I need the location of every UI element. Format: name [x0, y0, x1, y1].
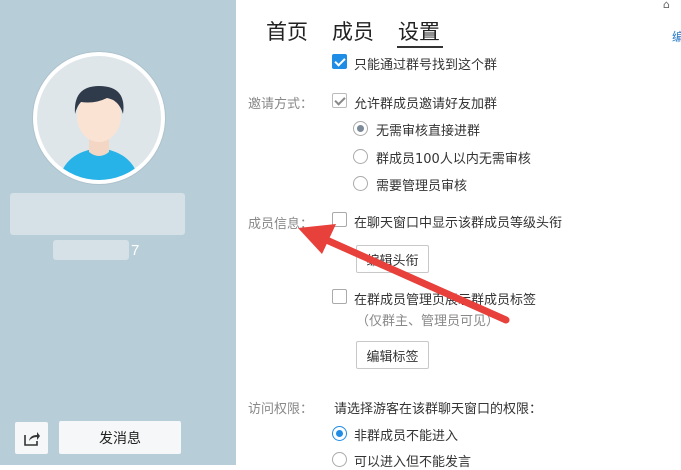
show-tags-checkbox[interactable] [332, 289, 347, 304]
group-avatar[interactable] [33, 52, 165, 184]
invite-option-radio[interactable] [353, 121, 368, 136]
access-prompt: 请选择游客在该群聊天窗口的权限： [334, 402, 543, 417]
profile-panel: 7 发消息 [0, 0, 236, 465]
edit-tags-button[interactable]: 编辑标签 [356, 341, 429, 369]
search-by-number-label: 只能通过群号找到这个群 [354, 58, 498, 73]
show-tags-label: 在群成员管理页展示群成员标签 [354, 293, 537, 308]
show-title-checkbox[interactable] [332, 212, 347, 227]
tab-settings[interactable]: 设置 [398, 16, 440, 46]
show-title-label: 在聊天窗口中显示该群成员等级头衔 [354, 216, 563, 231]
access-option-label: 非群成员不能进入 [354, 429, 459, 444]
invite-option-label: 需要管理员审核 [376, 179, 468, 194]
member-info-section-label: 成员信息： [248, 217, 314, 232]
invite-option-radio[interactable] [353, 176, 368, 191]
top-right-icon[interactable]: ⌂ [663, 0, 670, 11]
access-option-label: 可以进入但不能发言 [354, 455, 472, 470]
show-tags-note: （仅群主、管理员可见） [356, 314, 500, 329]
blurred-group-number [53, 240, 129, 260]
share-icon [23, 432, 40, 446]
access-section-label: 访问权限： [248, 402, 314, 417]
invite-section-label: 邀请方式： [248, 97, 314, 112]
tab-home[interactable]: 首页 [266, 16, 308, 46]
allow-invite-label: 允许群成员邀请好友加群 [354, 97, 498, 112]
allow-invite-checkbox[interactable] [332, 93, 347, 108]
invite-option-label: 无需审核直接进群 [376, 124, 481, 139]
search-by-number-checkbox[interactable] [332, 54, 347, 69]
edit-title-button[interactable]: 编辑头衔 [356, 245, 429, 273]
invite-option-label: 群成员100人以内无需审核 [376, 152, 531, 167]
share-button[interactable] [15, 422, 48, 454]
access-option-radio[interactable] [332, 426, 347, 441]
invite-option-radio[interactable] [353, 149, 368, 164]
edit-link[interactable]: 编 [672, 28, 681, 45]
tab-members[interactable]: 成员 [332, 16, 374, 46]
member-count-text: 7 [131, 242, 140, 259]
send-message-button[interactable]: 发消息 [59, 421, 181, 454]
blurred-group-name [10, 193, 185, 235]
person-avatar-icon [59, 86, 139, 180]
avatar-image [37, 56, 161, 180]
active-tab-indicator [397, 46, 443, 48]
